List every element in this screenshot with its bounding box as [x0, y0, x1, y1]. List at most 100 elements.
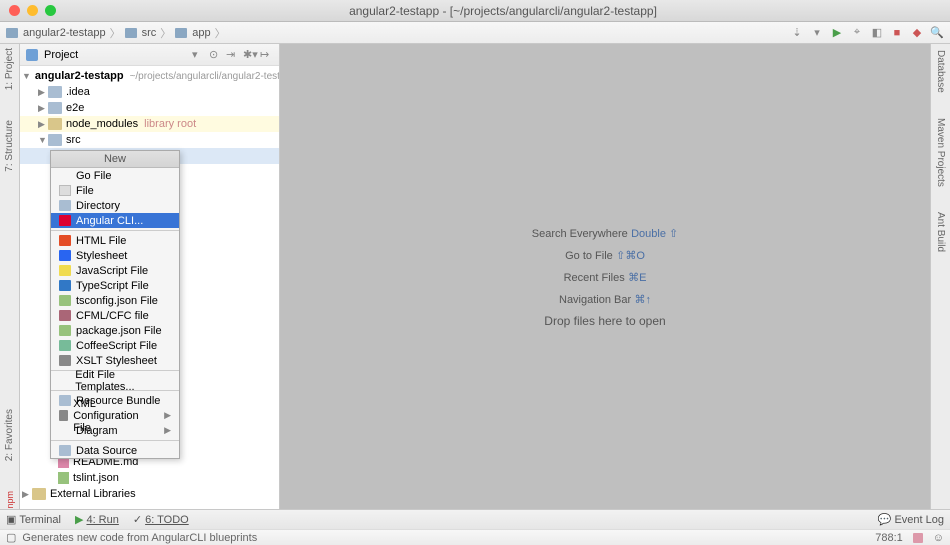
- dropdown-icon[interactable]: ▾: [192, 48, 205, 61]
- crumb[interactable]: app: [192, 27, 210, 39]
- context-item[interactable]: XML Configuration File▶: [51, 408, 179, 423]
- tree-folder-e2e[interactable]: ▶e2e: [20, 100, 279, 116]
- html-icon: [59, 235, 71, 246]
- hint-search-everywhere: Search Everywhere Double ⇧: [532, 226, 678, 240]
- tree-folder-node-modules[interactable]: ▶node_moduleslibrary root: [20, 116, 279, 132]
- cfm-icon: [59, 310, 71, 321]
- tree-external-libraries[interactable]: ▶External Libraries: [20, 486, 279, 502]
- event-log[interactable]: 💬 Event Log: [878, 513, 944, 526]
- tab-run[interactable]: ▶4: Run: [75, 513, 119, 526]
- context-item[interactable]: CFML/CFC file: [51, 308, 179, 323]
- folder-icon: [175, 28, 187, 38]
- zoom-icon[interactable]: [45, 5, 56, 16]
- tab-terminal[interactable]: ▣ Terminal: [6, 513, 61, 526]
- jsonf-icon: [59, 325, 71, 336]
- close-icon[interactable]: [9, 5, 20, 16]
- navbar: angular2-testapp 〉 src 〉 app 〉 ⇣ ▾ ▶ ⌖ ◧…: [0, 22, 950, 44]
- toolbar-right: ⇣ ▾ ▶ ⌖ ◧ ■ ◆ 🔍: [790, 26, 944, 40]
- context-item-label: tsconfig.json File: [76, 295, 158, 307]
- tree-folder-idea[interactable]: ▶.idea: [20, 84, 279, 100]
- tool-structure[interactable]: 7: Structure: [4, 120, 15, 172]
- status-position: 788:1: [875, 532, 903, 544]
- context-item[interactable]: Stylesheet: [51, 248, 179, 263]
- search-icon[interactable]: 🔍: [930, 26, 944, 40]
- hint-drop-files: Drop files here to open: [544, 314, 665, 328]
- sidebar-title[interactable]: Project: [44, 49, 78, 61]
- gear-icon[interactable]: ✱▾: [243, 48, 256, 61]
- xs-icon: [59, 410, 68, 421]
- library-icon: [32, 488, 46, 500]
- collapse-icon[interactable]: ⇥: [226, 48, 239, 61]
- context-item[interactable]: File: [51, 183, 179, 198]
- jsonf-icon: [59, 295, 71, 306]
- cf-icon: [59, 340, 71, 351]
- chevron-right-icon: 〉: [215, 25, 226, 41]
- make-icon[interactable]: ⇣: [790, 26, 804, 40]
- crumb[interactable]: src: [142, 27, 157, 39]
- right-tool-rail: Database Maven Projects Ant Build: [930, 44, 950, 509]
- debug-icon[interactable]: ⌖: [850, 26, 864, 40]
- coverage-icon[interactable]: ◧: [870, 26, 884, 40]
- titlebar: angular2-testapp - [~/projects/angularcl…: [0, 0, 950, 22]
- breadcrumb[interactable]: angular2-testapp 〉 src 〉 app 〉: [6, 25, 228, 41]
- tool-project[interactable]: 1: Project: [4, 48, 15, 90]
- project-icon: [26, 49, 38, 61]
- context-item[interactable]: Data Source: [51, 443, 179, 458]
- folder-icon: [48, 134, 62, 146]
- status-bar: ▢ Generates new code from AngularCLI blu…: [0, 529, 950, 545]
- sidebar-header: Project ▾ ⊙ ⇥ ✱▾ ↦: [20, 44, 279, 66]
- tool-maven[interactable]: Maven Projects: [935, 118, 946, 187]
- tool-npm[interactable]: npm: [5, 491, 15, 509]
- context-item[interactable]: TypeScript File: [51, 278, 179, 293]
- context-item-label: HTML File: [76, 235, 126, 247]
- blank-icon: [59, 425, 71, 436]
- chevron-right-icon: 〉: [110, 25, 121, 41]
- tool-favorites[interactable]: 2: Favorites: [4, 409, 15, 461]
- lock-icon[interactable]: [913, 533, 923, 543]
- context-item[interactable]: Go File: [51, 168, 179, 183]
- context-item[interactable]: Edit File Templates...: [51, 373, 179, 388]
- bottom-tool-tabs: ▣ Terminal ▶4: Run ✓ 6: TODO 💬 Event Log: [0, 509, 950, 529]
- tool-ant[interactable]: Ant Build: [935, 212, 946, 252]
- editor-empty: Search Everywhere Double ⇧ Go to File ⇧⌘…: [280, 44, 930, 509]
- go-icon: [59, 170, 71, 181]
- ang-icon: [59, 215, 71, 226]
- context-item-label: XSLT Stylesheet: [76, 355, 157, 367]
- window-title: angular2-testapp - [~/projects/angularcl…: [56, 4, 950, 18]
- context-item[interactable]: Angular CLI...: [51, 213, 179, 228]
- tree-folder-src[interactable]: ▼src: [20, 132, 279, 148]
- context-item[interactable]: package.json File: [51, 323, 179, 338]
- context-item-label: Go File: [76, 170, 111, 182]
- fold-icon: [59, 445, 71, 456]
- stop-icon[interactable]: ■: [890, 26, 904, 40]
- minimize-icon[interactable]: [27, 5, 38, 16]
- tab-todo[interactable]: ✓ 6: TODO: [133, 513, 189, 526]
- jsf-icon: [59, 265, 71, 276]
- context-item-label: CFML/CFC file: [76, 310, 149, 322]
- fold-icon: [59, 200, 71, 211]
- context-item-label: Stylesheet: [76, 250, 127, 262]
- context-item[interactable]: Diagram▶: [51, 423, 179, 438]
- tree-root[interactable]: ▼angular2-testapp~/projects/angularcli/a…: [20, 68, 279, 84]
- css-icon: [59, 250, 71, 261]
- tool-database[interactable]: Database: [935, 50, 946, 93]
- vcs-icon[interactable]: ◆: [910, 26, 924, 40]
- context-item-label: JavaScript File: [76, 265, 148, 277]
- context-item[interactable]: Directory: [51, 198, 179, 213]
- xs-icon: [59, 355, 71, 366]
- run-config-icon[interactable]: ▾: [810, 26, 824, 40]
- fil-icon: [59, 185, 71, 196]
- context-item[interactable]: tsconfig.json File: [51, 293, 179, 308]
- crumb[interactable]: angular2-testapp: [23, 27, 106, 39]
- context-item[interactable]: HTML File: [51, 233, 179, 248]
- context-item[interactable]: CoffeeScript File: [51, 338, 179, 353]
- autoscroll-icon[interactable]: ⊙: [209, 48, 222, 61]
- hector-icon[interactable]: ☺: [933, 532, 944, 544]
- context-menu-new[interactable]: New Go FileFileDirectoryAngular CLI...HT…: [50, 150, 180, 459]
- context-item[interactable]: XSLT Stylesheet: [51, 353, 179, 368]
- context-item[interactable]: JavaScript File: [51, 263, 179, 278]
- context-item-label: Angular CLI...: [76, 215, 143, 227]
- hide-icon[interactable]: ↦: [260, 48, 273, 61]
- tree-file-tslint[interactable]: tslint.json: [20, 470, 279, 486]
- run-icon[interactable]: ▶: [830, 26, 844, 40]
